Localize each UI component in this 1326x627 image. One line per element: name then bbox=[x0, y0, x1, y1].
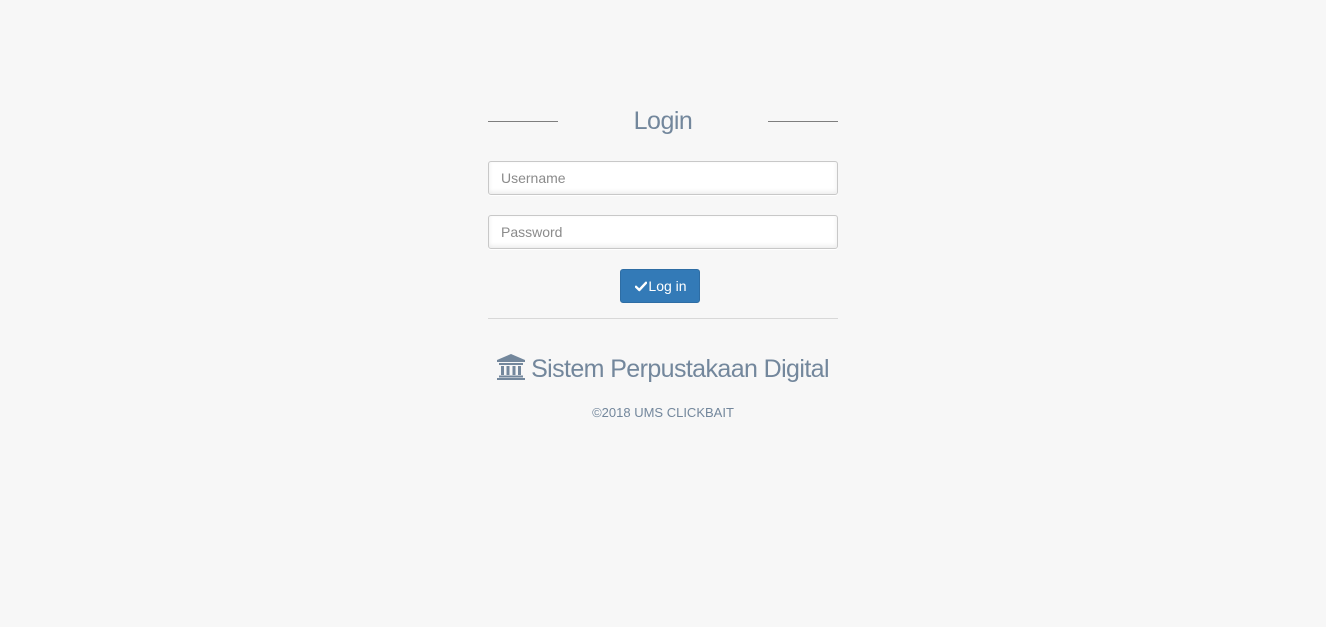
login-button-label: Log in bbox=[648, 278, 687, 294]
check-icon bbox=[635, 281, 648, 291]
login-button[interactable]: Log in bbox=[620, 269, 700, 303]
login-title: Login bbox=[633, 107, 693, 135]
login-header: Login bbox=[488, 100, 838, 144]
login-panel: Login Log in Sistem Perpustakaan Digital… bbox=[488, 100, 838, 420]
login-form: Log in bbox=[488, 161, 838, 303]
brand: Sistem Perpustakaan Digital bbox=[488, 353, 838, 387]
copyright-text: ©2018 UMS CLICKBAIT bbox=[592, 405, 734, 420]
password-input[interactable] bbox=[488, 215, 838, 249]
username-input[interactable] bbox=[488, 161, 838, 195]
title-divider-right bbox=[768, 121, 838, 122]
app-name: Sistem Perpustakaan Digital bbox=[531, 355, 829, 383]
submit-row: Log in bbox=[488, 269, 838, 303]
bank-icon bbox=[497, 353, 526, 380]
title-divider-left bbox=[488, 121, 558, 122]
section-divider bbox=[488, 318, 838, 319]
